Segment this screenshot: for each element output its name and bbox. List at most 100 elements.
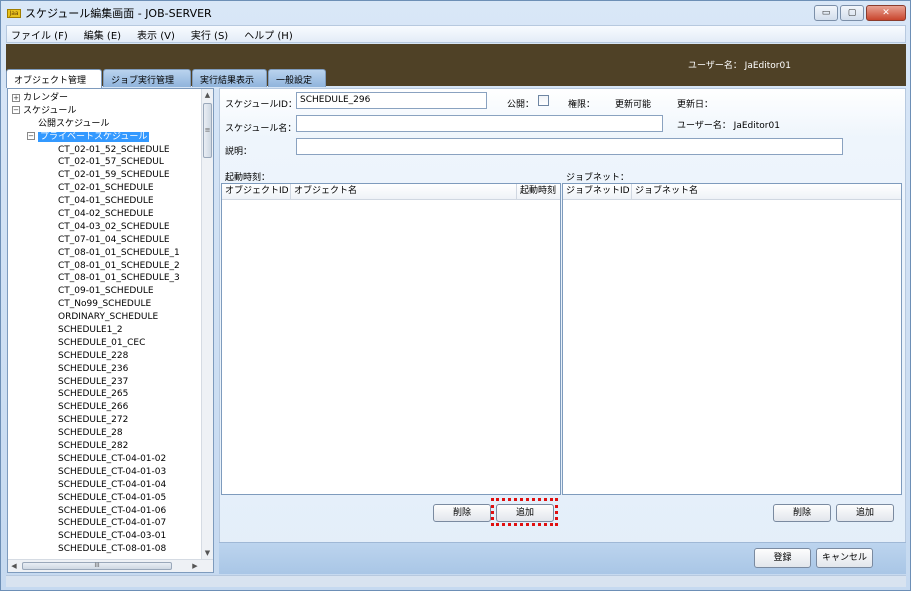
menu-run[interactable]: 実行 (S)	[191, 27, 228, 42]
tree-node-schedule-item[interactable]: ORDINARY_SCHEDULE	[12, 311, 202, 324]
tree-node-schedule-item[interactable]: SCHEDULE_237	[12, 376, 202, 389]
tree-node-schedule[interactable]: − スケジュール	[12, 105, 202, 118]
tab-object-management[interactable]: オブジェクト管理	[6, 69, 102, 88]
start-time-table-header: オブジェクトID オブジェクト名 起動時刻	[222, 184, 560, 200]
column-jobnet-name[interactable]: ジョブネット名	[632, 184, 902, 200]
tree-node-schedule-item[interactable]: CT_08-01_01_SCHEDULE_3	[12, 272, 202, 285]
start-time-table[interactable]: オブジェクトID オブジェクト名 起動時刻	[221, 183, 561, 495]
tab-job-execution[interactable]: ジョブ実行管理	[103, 69, 191, 87]
menu-edit[interactable]: 編集 (E)	[84, 27, 121, 42]
jobnet-section-title: ジョブネット：	[566, 173, 630, 183]
user-name-label: ユーザー名： JaEditor01	[677, 121, 780, 131]
tree-node-schedule-item[interactable]: SCHEDULE_265	[12, 388, 202, 401]
schedule-list: CT_02-01_52_SCHEDULE CT_02-01_57_SCHEDUL C…	[12, 144, 202, 557]
scroll-down-icon[interactable]: ▼	[202, 547, 213, 559]
public-label: 公開：	[507, 100, 535, 110]
description-input[interactable]	[296, 138, 843, 155]
schedule-name-label: スケジュール名：	[225, 124, 297, 134]
minimize-button[interactable]: ▭	[814, 5, 838, 21]
tree-node-schedule-item[interactable]: SCHEDULE_CT-04-01-04	[12, 479, 202, 492]
window-controls: ▭ ▢ ✕	[814, 5, 906, 21]
tree-node-schedule-item[interactable]: SCHEDULE1_2	[12, 324, 202, 337]
tree-node-calendar[interactable]: + カレンダー	[12, 92, 202, 105]
schedule-name-input[interactable]	[296, 115, 663, 132]
tree-node-schedule-item[interactable]: SCHEDULE_236	[12, 363, 202, 376]
tree-node-schedule-item[interactable]: SCHEDULE_266	[12, 401, 202, 414]
menu-bar: ファイル (F) 編集 (E) 表示 (V) 実行 (S) ヘルプ (H)	[6, 25, 906, 43]
tree-node-private-schedule[interactable]: − プライベートスケジュール	[12, 131, 202, 144]
start-time-delete-button[interactable]: 削除	[433, 504, 491, 522]
tree-node-schedule-item[interactable]: CT_02-01_59_SCHEDULE	[12, 169, 202, 182]
description-label: 説明：	[225, 147, 253, 157]
add-button-highlight	[491, 498, 558, 526]
tree-node-schedule-item[interactable]: SCHEDULE_CT-04-01-03	[12, 466, 202, 479]
tab-general-settings[interactable]: 一般設定	[268, 69, 326, 87]
schedule-edit-panel: スケジュールID： SCHEDULE_296 公開： 権限： 更新可能 更新日：…	[219, 88, 906, 574]
tree-node-schedule-item[interactable]: CT_04-02_SCHEDULE	[12, 208, 202, 221]
window-title: スケジュール編集画面 - JOB-SERVER	[25, 7, 212, 20]
object-tree: + カレンダー − スケジュール 公開スケジュール − プライベートスケジュール CT…	[12, 92, 202, 556]
scroll-thumb[interactable]: ≡	[203, 103, 212, 158]
maximize-button[interactable]: ▢	[840, 5, 864, 21]
updated-date-label: 更新日：	[677, 100, 714, 110]
tree-node-schedule-item[interactable]: CT_No99_SCHEDULE	[12, 298, 202, 311]
tree-node-schedule-item[interactable]: SCHEDULE_CT-04-01-07	[12, 517, 202, 530]
tree-node-schedule-item[interactable]: CT_08-01_01_SCHEDULE_1	[12, 247, 202, 260]
tree-node-schedule-item[interactable]: SCHEDULE_CT-04-01-02	[12, 453, 202, 466]
tree-vertical-scrollbar[interactable]: ▲ ≡ ▼	[201, 89, 213, 559]
permission-value: 更新可能	[615, 100, 652, 110]
header-user-name: ユーザー名： JaEditor01	[688, 61, 791, 71]
column-object-name[interactable]: オブジェクト名	[291, 184, 517, 200]
tree-node-schedule-item[interactable]: CT_04-01_SCHEDULE	[12, 195, 202, 208]
public-checkbox[interactable]	[538, 95, 549, 106]
app-logo-icon: Jaa	[7, 8, 21, 18]
tree-node-schedule-item[interactable]: SCHEDULE_228	[12, 350, 202, 363]
tree-node-schedule-item[interactable]: SCHEDULE_272	[12, 414, 202, 427]
scroll-up-icon[interactable]: ▲	[202, 89, 213, 101]
column-start-time[interactable]: 起動時刻	[517, 184, 561, 200]
tree-node-schedule-item[interactable]: SCHEDULE_01_CEC	[12, 337, 202, 350]
jobnet-add-button[interactable]: 追加	[836, 504, 894, 522]
hscroll-thumb[interactable]: III	[22, 562, 172, 570]
tab-execution-results[interactable]: 実行結果表示	[192, 69, 267, 87]
menu-help[interactable]: ヘルプ (H)	[244, 27, 293, 42]
jobnet-table-header: ジョブネットID ジョブネット名	[563, 184, 901, 200]
scroll-left-icon[interactable]: ◀	[8, 560, 20, 572]
tree-node-schedule-item[interactable]: SCHEDULE_CT-04-03-01	[12, 530, 202, 543]
tree-node-schedule-item[interactable]: CT_09-01_SCHEDULE	[12, 285, 202, 298]
tree-node-schedule-item[interactable]: CT_02-01_57_SCHEDUL	[12, 156, 202, 169]
status-bar	[6, 575, 906, 587]
tree-node-schedule-item[interactable]: SCHEDULE_CT-04-01-06	[12, 505, 202, 518]
tree-node-schedule-item[interactable]: CT_04-03_02_SCHEDULE	[12, 221, 202, 234]
tree-node-schedule-item[interactable]: SCHEDULE_282	[12, 440, 202, 453]
menu-file[interactable]: ファイル (F)	[11, 27, 68, 42]
jobnet-delete-button[interactable]: 削除	[773, 504, 831, 522]
object-tree-panel: + カレンダー − スケジュール 公開スケジュール − プライベートスケジュール CT…	[7, 88, 214, 573]
menu-view[interactable]: 表示 (V)	[137, 27, 175, 42]
expand-plus-icon[interactable]: +	[12, 93, 20, 102]
scroll-right-icon[interactable]: ▶	[189, 560, 201, 572]
footer-band: 登録 キャンセル	[219, 542, 906, 574]
column-object-id[interactable]: オブジェクトID	[222, 184, 291, 200]
collapse-minus-icon[interactable]: −	[12, 106, 20, 115]
collapse-minus-icon[interactable]: −	[27, 132, 35, 141]
close-button[interactable]: ✕	[866, 5, 906, 21]
tree-node-schedule-item[interactable]: SCHEDULE_CT-04-01-05	[12, 492, 202, 505]
tree-node-schedule-item[interactable]: CT_02-01_SCHEDULE	[12, 182, 202, 195]
permission-label: 権限：	[568, 100, 596, 110]
app-window: Jaa スケジュール編集画面 - JOB-SERVER ▭ ▢ ✕ ファイル (…	[0, 0, 911, 591]
tree-node-schedule-item[interactable]: CT_02-01_52_SCHEDULE	[12, 144, 202, 157]
schedule-id-label: スケジュールID：	[225, 100, 297, 110]
tree-node-schedule-item[interactable]: SCHEDULE_CT-08-01-08	[12, 543, 202, 556]
jobnet-table[interactable]: ジョブネットID ジョブネット名	[562, 183, 902, 495]
column-jobnet-id[interactable]: ジョブネットID	[563, 184, 632, 200]
tree-node-schedule-item[interactable]: SCHEDULE_28	[12, 427, 202, 440]
title-bar: Jaa スケジュール編集画面 - JOB-SERVER ▭ ▢ ✕	[1, 1, 910, 25]
register-button[interactable]: 登録	[754, 548, 811, 568]
cancel-button[interactable]: キャンセル	[816, 548, 873, 568]
tree-node-schedule-item[interactable]: CT_08-01_01_SCHEDULE_2	[12, 260, 202, 273]
tree-horizontal-scrollbar[interactable]: ◀ III ▶	[8, 559, 213, 572]
tree-node-schedule-item[interactable]: CT_07-01_04_SCHEDULE	[12, 234, 202, 247]
schedule-id-input[interactable]: SCHEDULE_296	[296, 92, 487, 109]
tree-node-public-schedule[interactable]: 公開スケジュール	[12, 118, 202, 131]
